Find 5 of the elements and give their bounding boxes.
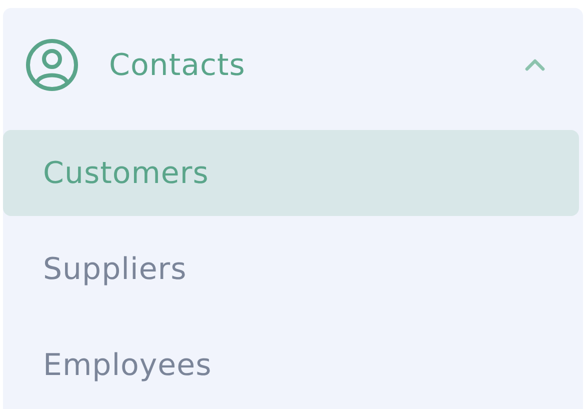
- user-circle-icon: [25, 38, 79, 92]
- menu-title[interactable]: Contacts: [109, 48, 519, 82]
- menu-item[interactable]: Customers: [3, 130, 579, 216]
- menu-item[interactable]: Suppliers: [3, 226, 583, 312]
- menu-item[interactable]: Employees: [3, 322, 583, 408]
